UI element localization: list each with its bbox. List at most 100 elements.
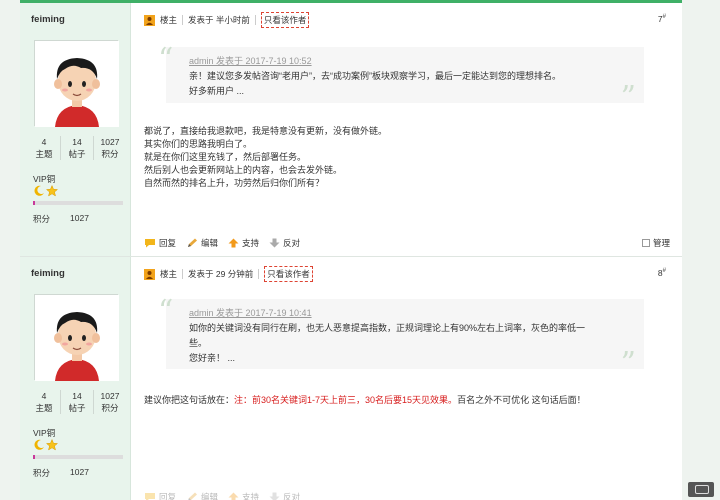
oppose-label: 反对: [283, 238, 301, 248]
body-suffix: 百名之外不可优化 这句话后面！: [457, 395, 586, 405]
author-sidebar: feiming 4 主题 14 帖子 1027 积分 VIP铜 积分 1027: [20, 257, 131, 500]
points-value: 1027: [70, 213, 89, 223]
stat-points[interactable]: 1027 积分: [94, 136, 126, 160]
avatar[interactable]: [34, 40, 119, 127]
only-author-link[interactable]: 只看该作者: [260, 12, 310, 28]
quote-line: 您好亲！ ...: [189, 353, 236, 363]
author-username[interactable]: feiming: [31, 268, 65, 279]
quote-block: “ admin 发表于 2017-7-19 10:41 如你的关键词没有同行在刷…: [158, 297, 644, 379]
meta-divider: [254, 15, 256, 25]
reply-button[interactable]: 回复: [144, 237, 176, 249]
pencil-icon: [188, 238, 198, 247]
support-button[interactable]: 支持: [228, 491, 259, 500]
only-author-link[interactable]: 只看该作者: [264, 266, 313, 282]
points-label: 积分: [33, 214, 51, 224]
floor-sup: #: [662, 268, 666, 275]
body-prefix: 建议你把这句话放在：: [144, 395, 235, 405]
stat-posts-num: 14: [72, 137, 82, 147]
support-label: 支持: [242, 238, 260, 248]
manage-checkbox[interactable]: 管理: [641, 237, 670, 249]
edit-button[interactable]: 编辑: [186, 491, 218, 500]
points-row: 积分 1027: [33, 467, 89, 479]
quote-header[interactable]: admin 发表于 2017-7-19 10:52: [189, 54, 312, 67]
stat-posts-num: 14: [72, 391, 82, 401]
moon-icon: [34, 185, 44, 196]
post-actions: 回复 编辑 支持 反对 管理: [144, 237, 670, 249]
post-time: 发表于 29 分钟前: [188, 269, 254, 279]
points-row: 积分 1027: [33, 213, 89, 225]
post-content: 楼主 发表于 半小时前 只看该作者 7# “ admin 发表于 2017-7-…: [144, 3, 670, 256]
stat-topics-num: 4: [41, 137, 47, 147]
owner-label: 楼主: [160, 269, 178, 279]
reply-icon: [145, 493, 155, 500]
forum-thread: feiming 4 主题 14 帖子 1027 积分 VIP铜 积分 1027 …: [0, 0, 720, 500]
checkbox[interactable]: [641, 239, 650, 247]
post-time: 发表于 半小时前: [188, 15, 250, 25]
quote-open-icon: “: [158, 294, 174, 329]
stat-topics[interactable]: 4 主题: [28, 390, 61, 414]
star-icon: [46, 439, 58, 451]
avatar-cartoon-icon: [35, 295, 119, 381]
reply-label: 回复: [159, 492, 177, 500]
pencil-icon: [188, 492, 198, 500]
user-level[interactable]: VIP铜: [33, 173, 55, 185]
chat-message-icon[interactable]: [688, 482, 714, 497]
body-line: 其实你们的思路我明白了。: [144, 139, 253, 149]
post-body: 都说了，直接给我退款吧，我是特意没有更新，没有做外链。 其实你们的思路我明白了。…: [144, 125, 387, 190]
author-stats: 4 主题 14 帖子 1027 积分: [28, 136, 126, 160]
quote-line: 亲！建议您多发帖咨询“老用户”，去“成功案例”板块观察学习，最后一定能达到您的理…: [189, 71, 561, 81]
arrow-up-icon: [228, 492, 239, 500]
reply-label: 回复: [159, 238, 177, 248]
edit-label: 编辑: [201, 492, 219, 500]
floor-number[interactable]: 8#: [658, 268, 666, 278]
meta-divider: [182, 15, 184, 25]
quote-line: 好多新用户 ...: [189, 86, 245, 96]
avatar[interactable]: [34, 294, 119, 381]
stat-points-label: 积分: [101, 403, 119, 413]
meta-divider: [182, 269, 184, 279]
stat-topics-label: 主题: [35, 149, 53, 159]
oppose-button[interactable]: 反对: [269, 237, 300, 249]
stat-posts[interactable]: 14 帖子: [61, 136, 94, 160]
arrow-up-icon: [228, 238, 239, 248]
body-line: 自然而然的排名上升，功劳然后归你们所有？: [144, 178, 325, 188]
body-line: 都说了，直接给我退款吧，我是特意没有更新，没有做外链。: [144, 126, 388, 136]
points-label: 积分: [33, 468, 51, 478]
support-button[interactable]: 支持: [228, 237, 259, 249]
quote-line: 些。: [189, 338, 208, 348]
reply-icon: [145, 239, 155, 248]
floor-number[interactable]: 7#: [658, 14, 666, 24]
stat-points-num: 1027: [100, 137, 120, 147]
medals: [33, 439, 58, 451]
author-sidebar: feiming 4 主题 14 帖子 1027 积分 VIP铜 积分 1027: [20, 3, 131, 256]
medals: [33, 185, 58, 197]
author-username[interactable]: feiming: [31, 14, 65, 25]
stat-points-label: 积分: [101, 149, 119, 159]
oppose-button[interactable]: 反对: [269, 491, 300, 500]
stat-points-num: 1027: [100, 391, 120, 401]
stat-posts[interactable]: 14 帖子: [61, 390, 94, 414]
post-content: 楼主 发表于 29 分钟前 只看该作者 8# “ admin 发表于 2017-…: [144, 257, 670, 500]
quote-close-icon: ”: [620, 80, 636, 115]
post-body: 建议你把这句话放在：注：前30名关键词1-7天上前三，30名后要15天见效果。百…: [144, 394, 586, 407]
user-level[interactable]: VIP铜: [33, 427, 55, 439]
post-floor-8: feiming 4 主题 14 帖子 1027 积分 VIP铜 积分 1027 …: [20, 257, 682, 500]
stat-points[interactable]: 1027 积分: [94, 390, 126, 414]
quote-header[interactable]: admin 发表于 2017-7-19 10:41: [189, 306, 312, 319]
reply-button[interactable]: 回复: [144, 491, 176, 500]
stat-topics[interactable]: 4 主题: [28, 136, 61, 160]
post-floor-7: feiming 4 主题 14 帖子 1027 积分 VIP铜 积分 1027 …: [20, 3, 682, 257]
support-label: 支持: [242, 492, 260, 500]
points-progress-bar: [33, 201, 123, 205]
owner-label: 楼主: [160, 15, 178, 25]
quote-line: 如你的关键词没有同行在刷，也无人恶意提高指数，正规词理论上有90%左右上词率，灰…: [189, 323, 586, 333]
arrow-down-icon: [269, 492, 280, 500]
star-icon: [46, 185, 58, 197]
body-line: 就是在你们这里充钱了，然后部署任务。: [144, 152, 307, 162]
avatar-cartoon-icon: [35, 41, 119, 127]
oppose-label: 反对: [283, 492, 301, 500]
owner-badge-icon: [144, 268, 155, 280]
edit-button[interactable]: 编辑: [186, 237, 218, 249]
quote-block: “ admin 发表于 2017-7-19 10:52 亲！建议您多发帖咨询“老…: [158, 45, 644, 113]
stat-posts-label: 帖子: [68, 149, 86, 159]
